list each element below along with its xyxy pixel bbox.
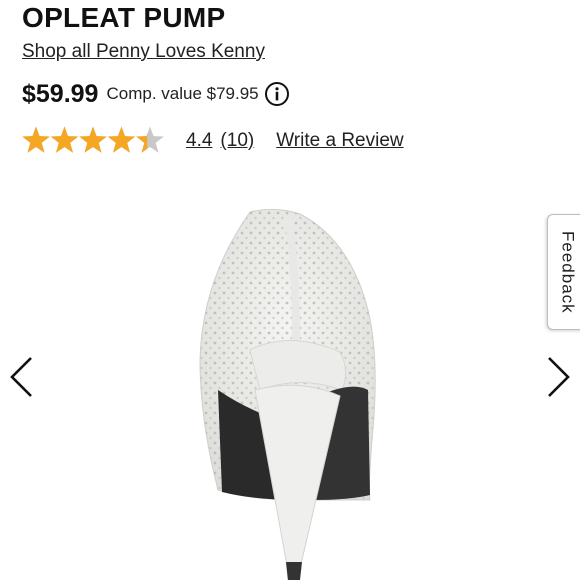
feedback-tab[interactable]: Feedback <box>547 214 580 330</box>
comp-value: Comp. value $79.95 <box>106 84 259 103</box>
star-rating[interactable] <box>22 126 164 156</box>
product-title: OPLEAT PUMP <box>22 2 226 33</box>
price-row: $59.99 Comp. value $79.95 <box>22 80 290 108</box>
info-icon[interactable] <box>264 81 290 107</box>
product-price: $59.99 <box>22 79 99 108</box>
chevron-right-icon <box>548 357 570 397</box>
next-image-button[interactable] <box>544 355 574 399</box>
star-fill <box>22 126 50 153</box>
feedback-label: Feedback <box>558 230 578 314</box>
star-fill <box>50 126 79 153</box>
product-image[interactable] <box>50 200 530 580</box>
star-fill <box>79 126 107 153</box>
chevron-left-icon <box>10 357 32 397</box>
rating-row: 4.4 (10) Write a Review <box>22 125 404 157</box>
shop-brand-link[interactable]: Shop all Penny Loves Kenny <box>22 40 265 64</box>
prev-image-button[interactable] <box>6 355 36 399</box>
star-fill <box>107 126 136 153</box>
write-review-link[interactable]: Write a Review <box>276 130 403 152</box>
review-count-link[interactable]: (10) <box>220 130 254 152</box>
rating-value-link[interactable]: 4.4 <box>186 130 212 152</box>
